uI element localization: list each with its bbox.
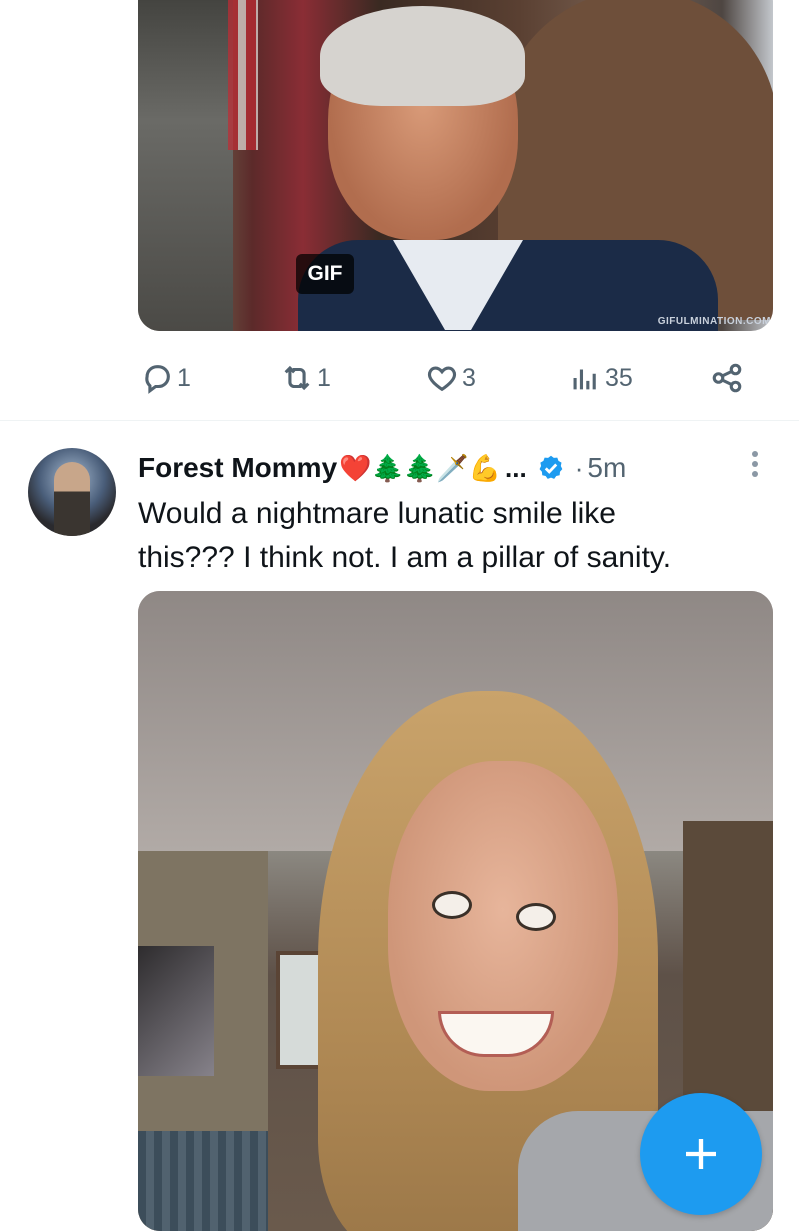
author-name-emojis: ❤️🌲🌲🗡️💪 (339, 452, 502, 483)
reply-button[interactable]: 1 (140, 357, 191, 399)
photo-person-eye (516, 903, 556, 931)
compose-button[interactable] (640, 1093, 762, 1215)
photo-wall-art (138, 946, 214, 1076)
share-icon (712, 363, 742, 393)
repost-count: 1 (317, 363, 331, 392)
gif-background-flag (228, 0, 258, 150)
gif-person-hair (320, 6, 525, 106)
more-icon[interactable] (744, 448, 766, 482)
reply-count: 1 (177, 363, 191, 392)
tweet-text: Would a nightmare lunatic smile like thi… (138, 492, 778, 580)
photo-sofa (138, 1131, 268, 1231)
tweet-gif-media[interactable]: GIF GIFULMINATION.COM (138, 0, 773, 331)
reply-icon (145, 365, 170, 394)
heart-icon (427, 366, 457, 392)
views-button[interactable]: 35 (568, 357, 633, 399)
author-name-truncation: ... (505, 452, 527, 483)
share-button[interactable] (710, 357, 744, 399)
author-avatar[interactable] (28, 448, 116, 536)
tweet-header: Forest Mommy ❤️🌲🌲🗡️💪 ... · 5m (138, 448, 626, 488)
tweet-action-bar: 1 1 3 35 (140, 357, 750, 399)
plus-icon (686, 1139, 716, 1169)
views-count: 35 (605, 363, 633, 392)
gif-badge: GIF (296, 254, 354, 294)
time-separator: · (574, 452, 584, 483)
verified-badge-icon (539, 455, 563, 479)
photo-person-eye (432, 891, 472, 919)
author-name[interactable]: Forest Mommy (138, 452, 337, 484)
like-button[interactable]: 3 (425, 357, 476, 399)
tweet-text-line-2: this??? I think not. I am a pillar of sa… (138, 541, 672, 574)
tweet-text-line-1: Would a nightmare lunatic smile like (138, 497, 616, 530)
tweet-divider (0, 420, 799, 421)
like-count: 3 (462, 363, 476, 392)
repost-icon (284, 365, 310, 391)
tweet-timestamp[interactable]: 5m (587, 452, 626, 484)
views-icon (573, 369, 596, 390)
repost-button[interactable]: 1 (280, 357, 331, 399)
avatar-person (54, 462, 90, 536)
gif-watermark: GIFULMINATION.COM (657, 316, 771, 327)
gif-background-pillar (138, 0, 233, 331)
